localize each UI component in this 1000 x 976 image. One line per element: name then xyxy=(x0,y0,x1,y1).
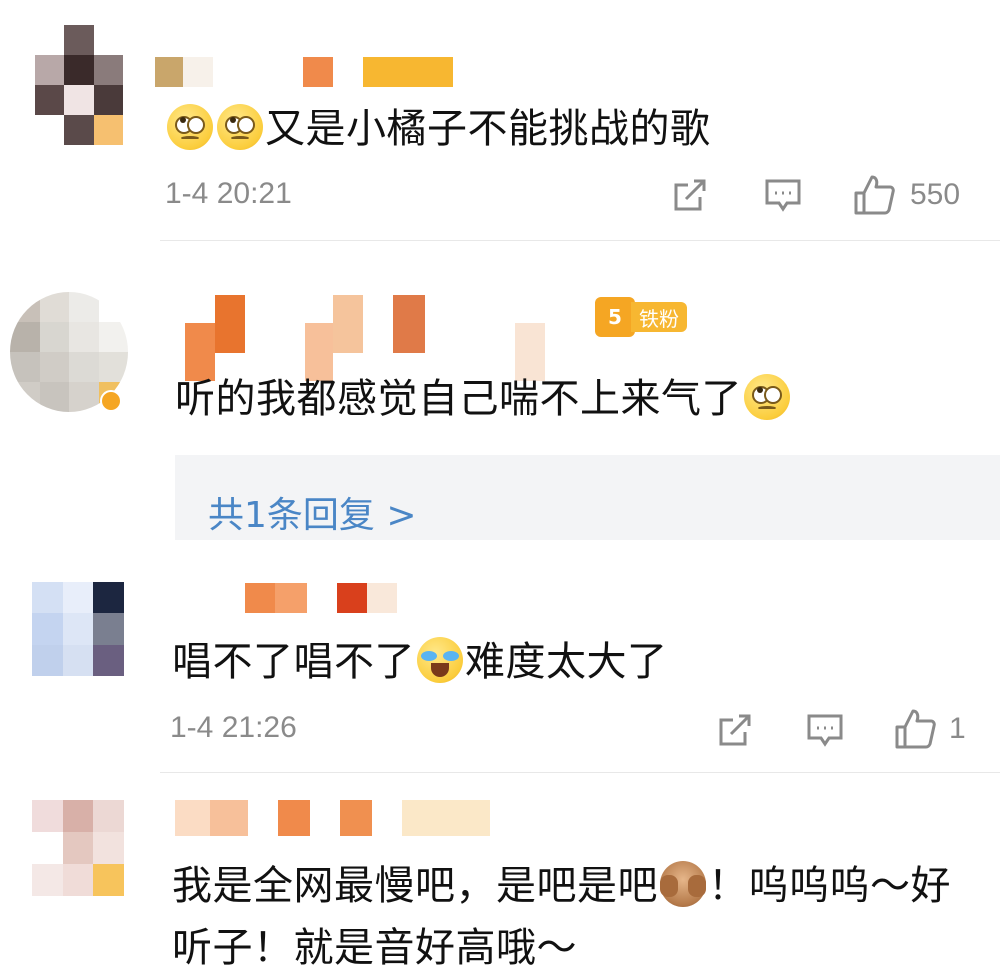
like-count: 1 xyxy=(949,712,966,745)
eye-roll-emoji-icon xyxy=(167,104,213,150)
comment-text: 我是全网最慢吧，是吧是吧 ！呜呜呜～好 听子！就是音好高哦～ xyxy=(172,861,951,971)
username[interactable] xyxy=(185,295,545,381)
eye-roll-emoji-icon xyxy=(744,374,790,420)
comment-text: 听的我都感觉自己喘不上来气了 xyxy=(175,374,792,423)
share-icon xyxy=(719,714,751,746)
comment-text: 又是小橘子不能挑战的歌 xyxy=(165,104,711,153)
thumbs-up-icon xyxy=(895,709,936,749)
comment-timestamp: 1-4 20:21 xyxy=(165,177,292,210)
avatar[interactable] xyxy=(32,800,124,896)
reply-button[interactable] xyxy=(805,710,845,750)
like-count: 550 xyxy=(910,178,961,211)
username[interactable] xyxy=(175,800,490,836)
username[interactable] xyxy=(190,583,397,613)
share-button[interactable] xyxy=(715,710,755,750)
like-button[interactable]: 550 xyxy=(852,173,960,217)
reply-button[interactable] xyxy=(763,175,803,215)
hear-no-evil-monkey-emoji-icon xyxy=(660,861,706,907)
divider xyxy=(160,240,1000,241)
username[interactable] xyxy=(155,57,453,87)
avatar[interactable] xyxy=(35,25,123,145)
verified-badge xyxy=(100,390,122,412)
comment-icon xyxy=(807,714,843,747)
fan-level-icon: 5 xyxy=(595,297,635,337)
eye-roll-emoji-icon xyxy=(217,104,263,150)
avatar[interactable] xyxy=(32,582,124,676)
comment-timestamp: 1-4 21:26 xyxy=(170,711,297,744)
share-icon xyxy=(674,179,706,211)
fan-badge-label: 铁粉 xyxy=(631,302,687,332)
divider xyxy=(160,772,1000,773)
crying-laughing-emoji-icon xyxy=(417,637,463,683)
share-button[interactable] xyxy=(670,175,710,215)
fan-badge[interactable]: 5 铁粉 xyxy=(595,297,687,337)
like-button[interactable]: 1 xyxy=(893,707,966,751)
view-replies-link[interactable]: 共1条回复 > xyxy=(208,486,417,538)
comment-text: 唱不了唱不了 难度太大了 xyxy=(172,637,668,685)
thumbs-up-icon xyxy=(854,175,895,215)
comment-icon xyxy=(765,179,801,212)
